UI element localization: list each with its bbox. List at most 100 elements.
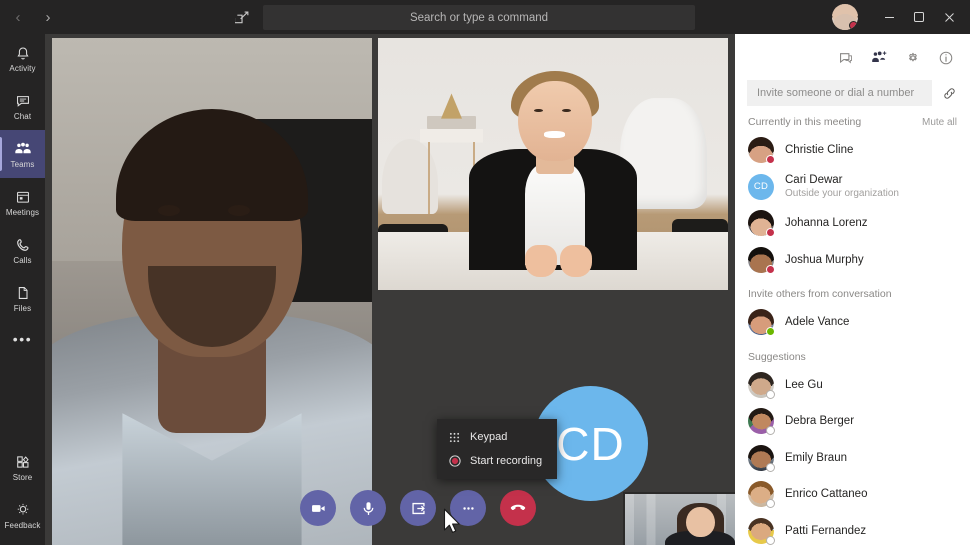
video-person2-eye-left <box>533 108 543 113</box>
invite-placeholder: Invite someone or dial a number <box>757 87 915 99</box>
participant-text: Joshua Murphy <box>785 253 864 267</box>
participant-text: Patti Fernandez <box>785 524 866 538</box>
avatar <box>748 481 775 509</box>
avatar <box>748 309 775 337</box>
sidebar-item-activity[interactable]: Activity <box>0 34 45 82</box>
list-item[interactable]: Patti Fernandez <box>735 513 970 545</box>
maximize-button[interactable] <box>904 0 934 34</box>
calendar-icon <box>15 188 31 206</box>
menu-label-start-recording: Start recording <box>470 455 543 467</box>
feedback-icon <box>15 501 31 519</box>
presence-badge <box>766 462 775 472</box>
teams-meeting-window: ‹ › Search or type a command Activity Ch… <box>0 0 970 545</box>
participant-list-in-meeting: Christie Cline CD Cari Dewar Outside you… <box>735 132 970 278</box>
presence-badge <box>766 228 775 238</box>
meeting-stage: CD Keypad Start recording <box>45 34 735 545</box>
video-person2-head <box>518 80 592 162</box>
participant-text: Debra Berger <box>785 414 854 428</box>
mute-all-button[interactable]: Mute all <box>922 117 957 128</box>
menu-item-keypad[interactable]: Keypad <box>437 425 557 449</box>
conversation-icon[interactable] <box>838 50 854 66</box>
forward-button[interactable]: › <box>39 6 57 28</box>
back-button[interactable]: ‹ <box>9 6 27 28</box>
invite-input[interactable]: Invite someone or dial a number <box>747 80 932 106</box>
navigation-arrows: ‹ › <box>9 6 57 28</box>
avatar-initials: CD <box>748 173 774 200</box>
phone-icon <box>15 236 31 254</box>
presence-badge <box>766 327 775 337</box>
list-item[interactable]: Johanna Lorenz <box>735 205 970 242</box>
close-button[interactable] <box>934 0 964 34</box>
search-input[interactable]: Search or type a command <box>263 5 695 30</box>
section-title: Suggestions <box>748 350 806 363</box>
menu-item-start-recording[interactable]: Start recording <box>437 449 557 473</box>
presence-badge <box>766 499 775 509</box>
section-header-invite-others: Invite others from conversation <box>735 278 970 304</box>
participant-name: Patti Fernandez <box>785 524 867 537</box>
sidebar-item-calls[interactable]: Calls <box>0 226 45 274</box>
invite-row: Invite someone or dial a number <box>735 74 970 106</box>
sidebar-label-meetings: Meetings <box>5 207 40 217</box>
video-tile-main-speaker[interactable] <box>52 38 372 545</box>
participant-text: Lee Gu <box>785 378 823 392</box>
list-item[interactable]: Christie Cline <box>735 132 970 169</box>
people-add-icon[interactable] <box>871 50 888 66</box>
minimize-button[interactable] <box>874 0 904 34</box>
sidebar-label-feedback: Feedback <box>4 520 41 530</box>
avatar <box>748 137 775 165</box>
hangup-button[interactable] <box>500 490 536 526</box>
list-item[interactable]: Debra Berger <box>735 403 970 440</box>
menu-label-keypad: Keypad <box>470 431 508 443</box>
participants-sections: Currently in this meeting Mute all Chris… <box>735 106 970 545</box>
sidebar-label-teams: Teams <box>10 159 35 169</box>
participant-name: Johanna Lorenz <box>785 217 868 230</box>
presence-badge <box>766 535 775 545</box>
compose-icon[interactable] <box>232 7 252 27</box>
list-item[interactable]: Enrico Cattaneo <box>735 476 970 513</box>
participant-subtitle: Outside your organization <box>785 188 899 200</box>
video-tile-participant[interactable] <box>378 38 728 290</box>
teams-people-icon <box>14 140 32 158</box>
presence-badge <box>766 389 775 399</box>
sidebar-label-activity: Activity <box>9 63 36 73</box>
list-item[interactable]: CD Cari Dewar Outside your organization <box>735 169 970 206</box>
section-header-suggestions: Suggestions <box>735 341 970 367</box>
sidebar-item-files[interactable]: Files <box>0 274 45 322</box>
participant-name: Enrico Cattaneo <box>785 488 868 501</box>
sidebar-item-store[interactable]: Store <box>0 443 45 491</box>
sidebar-more-button[interactable]: ••• <box>0 322 45 356</box>
participant-text: Christie Cline <box>785 143 853 157</box>
video-tile-self-view[interactable] <box>623 492 735 545</box>
rail-bottom-group: Store Feedback <box>0 443 45 539</box>
avatar <box>748 517 775 545</box>
sidebar-item-meetings[interactable]: Meetings <box>0 178 45 226</box>
participant-name: Debra Berger <box>785 415 855 428</box>
chat-icon <box>15 92 31 110</box>
avatar <box>748 408 775 436</box>
link-icon[interactable] <box>940 86 958 101</box>
list-item[interactable]: Joshua Murphy <box>735 242 970 279</box>
more-options-button[interactable] <box>450 490 486 526</box>
video-person2-eye-right <box>561 108 571 113</box>
participant-name: Emily Braun <box>785 451 847 464</box>
share-screen-button[interactable] <box>400 490 436 526</box>
avatar <box>748 444 775 472</box>
avatar[interactable] <box>832 4 858 30</box>
section-title: Invite others from conversation <box>748 288 892 300</box>
record-icon <box>448 455 461 467</box>
sidebar-item-feedback[interactable]: Feedback <box>0 491 45 539</box>
participant-name: Christie Cline <box>785 144 854 157</box>
list-item[interactable]: Emily Braun <box>735 440 970 477</box>
participant-name: Lee Gu <box>785 378 823 391</box>
sidebar-item-teams[interactable]: Teams <box>0 130 45 178</box>
gear-icon[interactable] <box>905 50 921 66</box>
sidebar-item-chat[interactable]: Chat <box>0 82 45 130</box>
list-item[interactable]: Lee Gu <box>735 367 970 404</box>
microphone-button[interactable] <box>350 490 386 526</box>
video-person2-mouth <box>544 131 566 138</box>
participant-text: Adele Vance <box>785 315 849 329</box>
video-camera-button[interactable] <box>300 490 336 526</box>
participant-list-invite-others: Adele Vance <box>735 304 970 341</box>
list-item[interactable]: Adele Vance <box>735 304 970 341</box>
info-icon[interactable] <box>938 50 954 66</box>
